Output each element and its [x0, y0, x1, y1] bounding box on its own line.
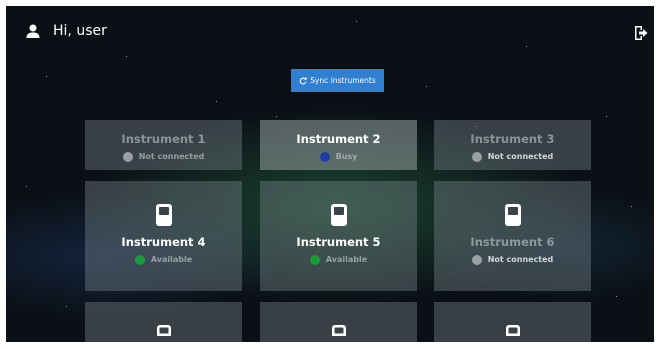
instrument-device-icon [505, 325, 520, 336]
instrument-name: Instrument 4 [121, 235, 206, 249]
status-label: Available [150, 255, 193, 264]
status-label: Not connected [487, 255, 554, 264]
instrument-card-5[interactable]: Instrument 5 Available [260, 181, 417, 291]
instrument-status: Available [134, 255, 193, 265]
instrument-card-1[interactable]: Instrument 1 Not connected [85, 120, 242, 170]
instrument-device-icon [156, 325, 171, 336]
instrument-device-icon [330, 204, 347, 226]
greeting-text: Hi, user [53, 23, 107, 39]
instrument-card-3[interactable]: Instrument 3 Not connected [434, 120, 591, 170]
status-dot [471, 152, 482, 162]
instrument-status: Not connected [471, 255, 554, 265]
sync-icon [299, 76, 308, 84]
status-dot [134, 255, 145, 265]
instrument-card-2[interactable]: Instrument 2 Busy [260, 120, 417, 170]
sync-instruments-button[interactable]: Sync instruments [291, 69, 384, 92]
instrument-card-7[interactable] [85, 302, 242, 342]
instrument-name: Instrument 3 [470, 132, 555, 146]
sync-button-label: Sync instruments [310, 76, 376, 85]
status-label: Not connected [138, 152, 205, 161]
status-label: Not connected [487, 152, 554, 161]
instrument-status: Not connected [471, 152, 554, 162]
logout-icon[interactable] [634, 25, 648, 41]
instrument-device-icon [331, 325, 346, 336]
status-label: Busy [335, 152, 358, 161]
instrument-device-icon [155, 204, 172, 226]
app-header: Hi, user [6, 6, 654, 46]
instrument-name: Instrument 5 [296, 235, 381, 249]
instrument-status: Available [309, 255, 368, 265]
status-dot [309, 255, 320, 265]
status-dot [319, 152, 330, 162]
app-screen: Hi, user Sync instruments Instrument 1 N… [6, 6, 654, 342]
user-icon [26, 24, 40, 38]
instrument-name: Instrument 1 [121, 132, 206, 146]
instrument-card-4[interactable]: Instrument 4 Available [85, 181, 242, 291]
instrument-name: Instrument 6 [470, 235, 555, 249]
instrument-card-6[interactable]: Instrument 6 Not connected [434, 181, 591, 291]
status-dot [471, 255, 482, 265]
instrument-card-9[interactable] [434, 302, 591, 342]
status-dot [122, 152, 133, 162]
instrument-name: Instrument 2 [296, 132, 381, 146]
instrument-card-8[interactable] [260, 302, 417, 342]
instrument-status: Not connected [122, 152, 205, 162]
instrument-status: Busy [319, 152, 358, 162]
instrument-device-icon [504, 204, 521, 226]
status-label: Available [325, 255, 368, 264]
